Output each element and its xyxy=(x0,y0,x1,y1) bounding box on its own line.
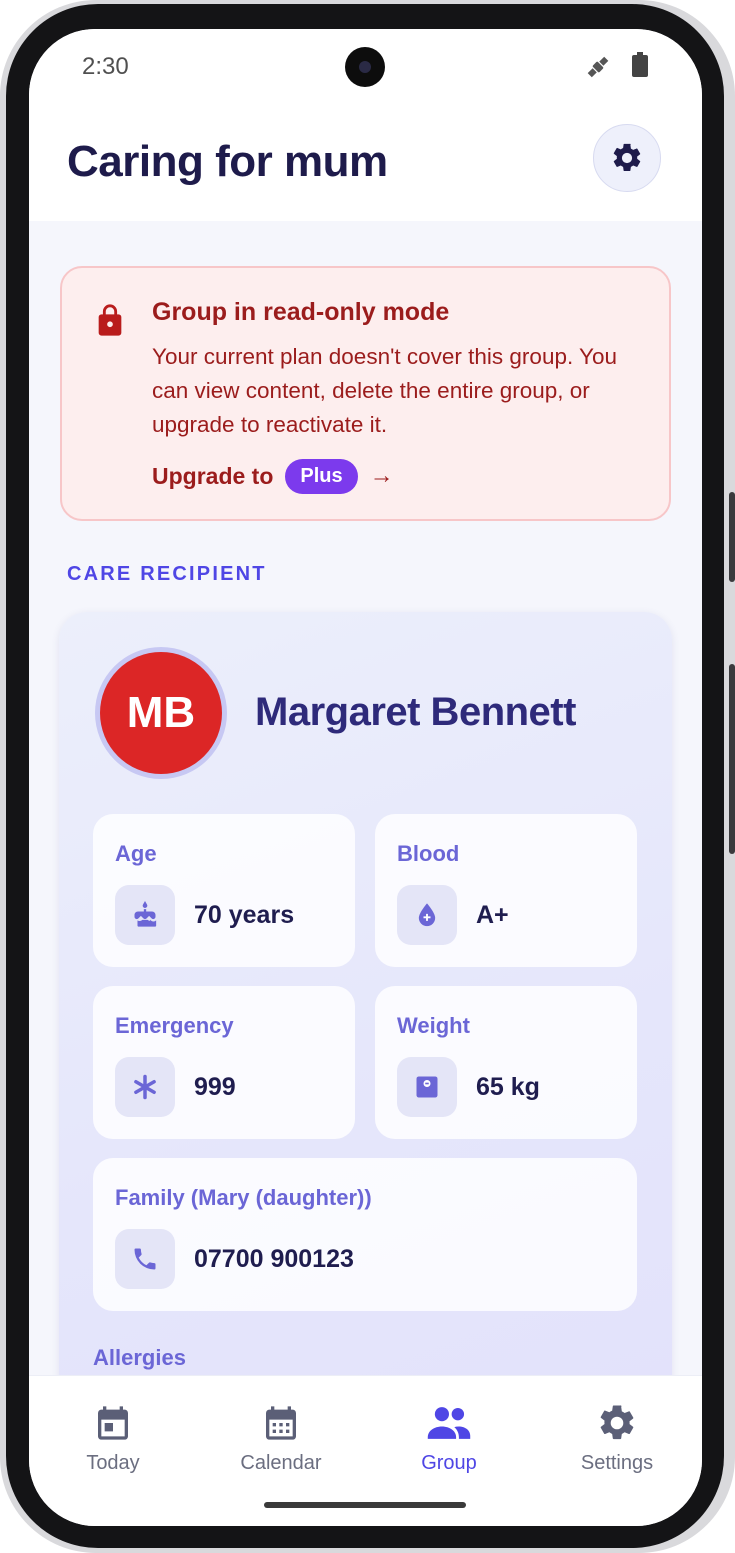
nav-calendar[interactable]: Calendar xyxy=(211,1400,351,1475)
battery-icon xyxy=(632,52,648,77)
recipient-name: Margaret Bennett xyxy=(255,690,576,734)
satellite-icon xyxy=(587,56,609,78)
emergency-tile: Emergency 999 xyxy=(93,986,355,1139)
plan-badge: Plus xyxy=(285,458,358,494)
group-settings-button[interactable] xyxy=(593,124,661,192)
today-icon xyxy=(98,1406,128,1440)
status-time: 2:30 xyxy=(82,53,129,80)
volume-button xyxy=(729,664,735,854)
nav-label: Group xyxy=(421,1452,477,1474)
tile-label: Weight xyxy=(397,1013,470,1038)
tile-label: Age xyxy=(115,841,157,866)
app-header: Caring for mum xyxy=(29,109,702,221)
phone-icon-box xyxy=(115,1229,175,1289)
blood-tile: Blood A+ xyxy=(375,814,637,967)
bottom-navigation: Today Calendar Group Settings xyxy=(29,1375,702,1526)
tile-label: Family (Mary (daughter)) xyxy=(115,1185,372,1210)
power-button xyxy=(729,492,735,582)
nav-group[interactable]: Group xyxy=(379,1400,519,1475)
group-icon xyxy=(427,1407,471,1439)
alert-title: Group in read-only mode xyxy=(152,298,450,326)
tile-value: 07700 900123 xyxy=(194,1245,354,1273)
home-indicator[interactable] xyxy=(264,1502,466,1508)
nav-label: Today xyxy=(86,1452,140,1474)
nav-today[interactable]: Today xyxy=(43,1400,183,1475)
age-tile: Age 70 years xyxy=(93,814,355,967)
avatar-initials: MB xyxy=(100,652,222,774)
scale-icon-box xyxy=(397,1057,457,1117)
asterisk-icon-box xyxy=(115,1057,175,1117)
tile-value: 65 kg xyxy=(476,1073,540,1101)
tile-label: Emergency xyxy=(115,1013,234,1038)
section-heading: CARE RECIPIENT xyxy=(67,563,267,585)
tile-value: A+ xyxy=(476,901,509,929)
blood-drop-icon xyxy=(418,903,436,927)
upgrade-label: Upgrade to xyxy=(152,462,274,489)
gear-icon xyxy=(613,143,641,172)
settings-icon xyxy=(600,1405,634,1440)
phone-icon xyxy=(134,1248,156,1270)
tile-value: 999 xyxy=(194,1073,236,1101)
status-bar: 2:30 xyxy=(29,29,702,109)
nav-label: Settings xyxy=(580,1452,654,1474)
tile-value: 70 years xyxy=(194,901,295,929)
scale-icon xyxy=(416,1076,438,1098)
arrow-right-icon: → xyxy=(369,462,394,489)
tile-label: Blood xyxy=(397,841,460,866)
cake-icon-box xyxy=(115,885,175,945)
allergies-label: Allergies xyxy=(93,1345,186,1370)
alert-message: Your current plan doesn't cover this gro… xyxy=(152,344,618,437)
asterisk-icon xyxy=(134,1074,156,1100)
device-frame: 2:30 Caring for mum Group in read-only m… xyxy=(0,0,735,1553)
read-only-alert: Group in read-only mode Your current pla… xyxy=(60,266,671,521)
cake-icon xyxy=(134,901,157,927)
avatar: MB xyxy=(95,647,227,779)
lock-icon xyxy=(98,304,122,336)
nav-label: Calendar xyxy=(240,1452,322,1474)
front-camera xyxy=(345,47,385,87)
upgrade-link[interactable]: Upgrade to Plus → xyxy=(152,456,394,496)
calendar-icon xyxy=(266,1406,296,1440)
screen: 2:30 Caring for mum Group in read-only m… xyxy=(29,29,702,1526)
weight-tile: Weight 65 kg xyxy=(375,986,637,1139)
blood-icon-box xyxy=(397,885,457,945)
page-title: Caring for mum xyxy=(67,137,388,186)
family-contact-tile[interactable]: Family (Mary (daughter)) 07700 900123 xyxy=(93,1158,637,1311)
nav-settings[interactable]: Settings xyxy=(547,1400,687,1475)
